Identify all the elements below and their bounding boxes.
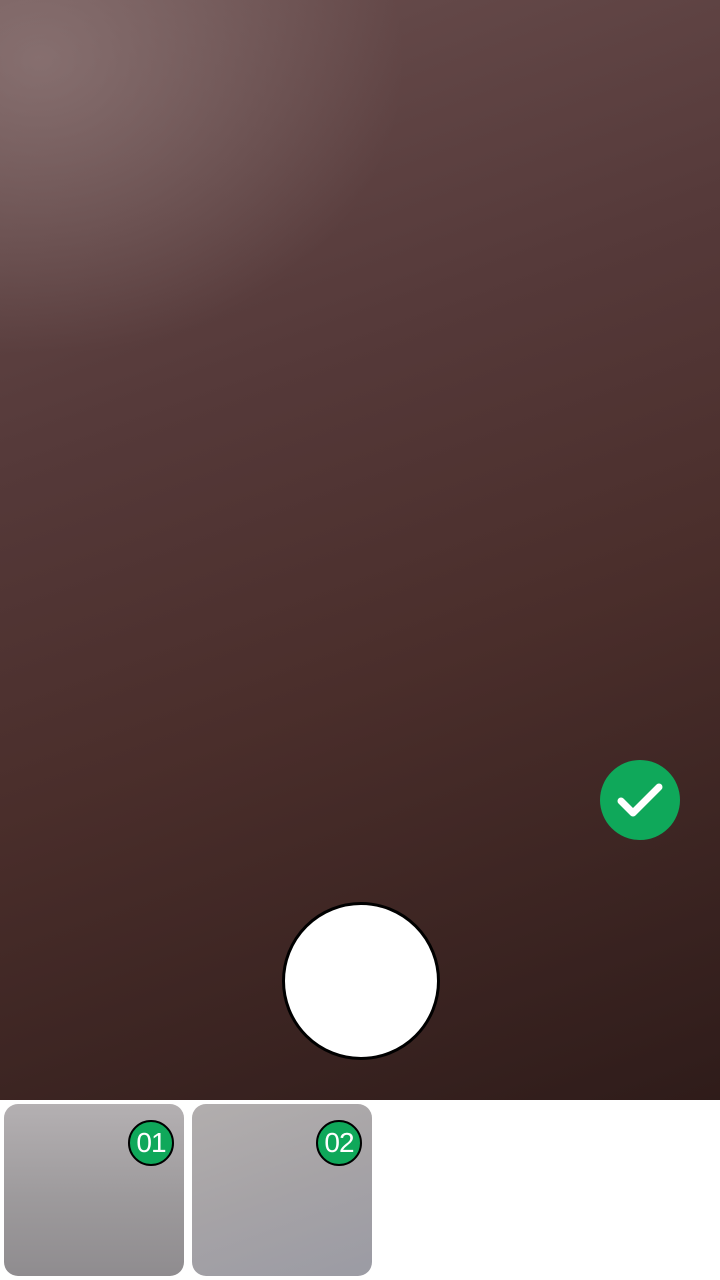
shutter-button[interactable]	[282, 902, 440, 1060]
confirm-button[interactable]	[600, 760, 680, 840]
captured-photo-thumbnail[interactable]: 01	[4, 1104, 184, 1276]
thumbnail-strip: 01 02	[0, 1100, 720, 1280]
captured-photo-thumbnail[interactable]: 02	[192, 1104, 372, 1276]
checkmark-icon	[617, 783, 663, 817]
photo-index-badge: 02	[316, 1120, 362, 1166]
camera-viewfinder	[0, 0, 720, 1100]
photo-index-badge: 01	[128, 1120, 174, 1166]
